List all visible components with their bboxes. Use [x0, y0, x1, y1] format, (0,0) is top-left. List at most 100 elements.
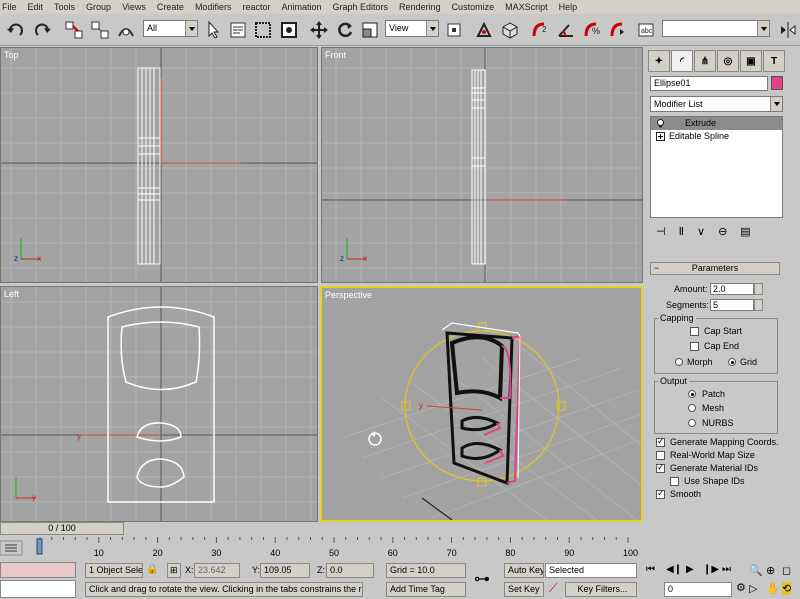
expand-plus-icon[interactable] [656, 132, 665, 141]
go-to-end-icon[interactable]: ⏭ [722, 564, 731, 575]
pin-stack-icon[interactable]: ⊣ [656, 225, 666, 238]
cap-start-checkbox[interactable] [690, 327, 699, 336]
current-frame-field[interactable]: 0 [664, 582, 732, 597]
viewport-left[interactable]: y y Left [0, 286, 318, 522]
select-and-scale-icon[interactable] [358, 18, 382, 42]
previous-frame-icon[interactable]: ◀❙ [666, 564, 682, 575]
menu-create[interactable]: Create [157, 0, 184, 14]
lightbulb-icon[interactable] [656, 119, 665, 128]
selection-filter-dropdown[interactable]: All [143, 20, 198, 37]
menu-animation[interactable]: Animation [281, 0, 321, 14]
configure-modifier-sets-icon[interactable]: ▤ [740, 225, 750, 238]
stack-item-editable-spline[interactable]: Editable Spline [651, 130, 782, 143]
amount-spinner[interactable]: 2.0 [710, 283, 763, 295]
auto-key-button[interactable]: Auto Key [504, 563, 544, 578]
unlink-selection-icon[interactable] [88, 18, 112, 42]
add-time-tag-button[interactable]: Add Time Tag [386, 582, 466, 597]
play-icon[interactable]: ▶ [686, 564, 694, 575]
reference-coordinate-dropdown[interactable]: View [385, 20, 439, 37]
make-unique-icon[interactable]: ∨ [697, 225, 705, 238]
z-coordinate-field[interactable]: 0.0 [326, 563, 374, 578]
real-world-map-size-checkbox[interactable] [656, 451, 665, 460]
viewport-top[interactable]: x z Top [0, 47, 318, 283]
set-key-filter-icon[interactable]: ⟋ [549, 581, 557, 596]
time-slider-thumb[interactable]: 0 / 100 [0, 522, 124, 535]
stack-item-extrude[interactable]: Extrude [651, 117, 782, 130]
window-crossing-icon[interactable] [277, 18, 301, 42]
menu-reactor[interactable]: reactor [242, 0, 270, 14]
menu-tools[interactable]: Tools [54, 0, 75, 14]
key-icon[interactable]: ⊶ [474, 569, 490, 589]
hierarchy-tab-icon[interactable]: ⋔ [694, 50, 716, 72]
select-by-name-icon[interactable] [226, 18, 250, 42]
select-and-move-icon[interactable] [307, 18, 331, 42]
viewport-label-top[interactable]: Top [4, 50, 19, 60]
percent-snap-toggle-icon[interactable]: % [580, 18, 604, 42]
rectangular-selection-icon[interactable] [251, 18, 275, 42]
show-end-result-icon[interactable]: Ⅱ [679, 225, 684, 238]
time-slider[interactable]: 0 / 100 [0, 522, 646, 536]
spinner-snap-toggle-icon[interactable] [606, 18, 630, 42]
generate-material-ids-checkbox[interactable] [656, 462, 665, 473]
edit-named-selection-icon[interactable]: abc [634, 18, 658, 42]
modify-tab-icon[interactable]: ◜ [671, 50, 693, 72]
mirror-icon[interactable] [776, 18, 800, 42]
lock-selection-icon[interactable]: 🔒 [146, 564, 158, 575]
key-filters-button[interactable]: Key Filters... [565, 582, 637, 597]
viewport-label-perspective[interactable]: Perspective [325, 290, 372, 300]
angle-snap-toggle-icon[interactable] [554, 18, 578, 42]
menu-maxscript[interactable]: MAXScript [505, 0, 548, 14]
maxscript-listener-mini[interactable] [0, 562, 76, 578]
key-mode-dropdown[interactable]: Selected [545, 563, 637, 578]
smooth-checkbox[interactable] [656, 488, 665, 499]
zoom-extents-icon[interactable]: ◻ [782, 564, 791, 577]
track-bar[interactable]: 10 20 30 40 50 60 70 80 90 100 [0, 537, 646, 561]
field-of-view-icon[interactable]: ▷ [749, 582, 757, 595]
select-object-icon[interactable] [201, 18, 225, 42]
viewport-label-left[interactable]: Left [4, 289, 19, 299]
mesh-radio[interactable] [688, 404, 696, 412]
next-frame-icon[interactable]: ❙▶ [703, 564, 719, 575]
x-coordinate-field[interactable]: 23.642 [194, 563, 240, 578]
cap-end-checkbox[interactable] [690, 342, 699, 351]
menu-modifiers[interactable]: Modifiers [195, 0, 232, 14]
maxscript-output-mini[interactable] [0, 580, 76, 598]
arc-rotate-icon[interactable]: ⟲ [782, 582, 792, 595]
redo-icon[interactable] [30, 18, 54, 42]
display-tab-icon[interactable]: ▣ [740, 50, 762, 72]
create-tab-icon[interactable]: ✦ [648, 50, 670, 72]
menu-file[interactable]: File [2, 0, 17, 14]
y-coordinate-field[interactable]: 109.05 [260, 563, 310, 578]
undo-icon[interactable] [4, 18, 28, 42]
spinner-arrows-icon[interactable] [754, 299, 763, 311]
select-and-manipulate-icon[interactable] [472, 18, 496, 42]
menu-rendering[interactable]: Rendering [399, 0, 441, 14]
pan-view-icon[interactable]: ✋ [766, 582, 780, 595]
keyboard-shortcut-override-icon[interactable] [498, 18, 522, 42]
pivot-point-center-icon[interactable] [442, 18, 466, 42]
set-key-button[interactable]: Set Key [504, 582, 544, 597]
use-shape-ids-checkbox[interactable] [670, 477, 679, 486]
menu-edit[interactable]: Edit [28, 0, 44, 14]
menu-group[interactable]: Group [86, 0, 111, 14]
menu-views[interactable]: Views [122, 0, 146, 14]
object-color-swatch[interactable] [771, 76, 783, 90]
nurbs-radio[interactable] [688, 419, 696, 427]
menu-help[interactable]: Help [559, 0, 578, 14]
zoom-icon[interactable]: 🔍 [749, 564, 763, 577]
select-and-link-icon[interactable] [62, 18, 86, 42]
named-selection-set-dropdown[interactable] [662, 20, 770, 37]
viewport-label-front[interactable]: Front [325, 50, 346, 60]
time-configuration-icon[interactable]: ⚙ [736, 581, 746, 594]
object-name-field[interactable]: Ellipse01 [650, 76, 768, 91]
absolute-mode-transform-icon[interactable]: ⊞ [167, 563, 181, 578]
grid-radio[interactable] [728, 358, 736, 366]
segments-spinner[interactable]: 5 [710, 299, 763, 311]
menu-customize[interactable]: Customize [452, 0, 495, 14]
patch-radio[interactable] [688, 390, 696, 398]
generate-mapping-checkbox[interactable] [656, 436, 665, 447]
viewport-front[interactable]: x z Front [321, 47, 643, 283]
viewport-perspective[interactable]: y Perspective [320, 286, 643, 522]
remove-modifier-icon[interactable]: ⊖ [718, 225, 727, 238]
morph-radio[interactable] [675, 358, 683, 366]
